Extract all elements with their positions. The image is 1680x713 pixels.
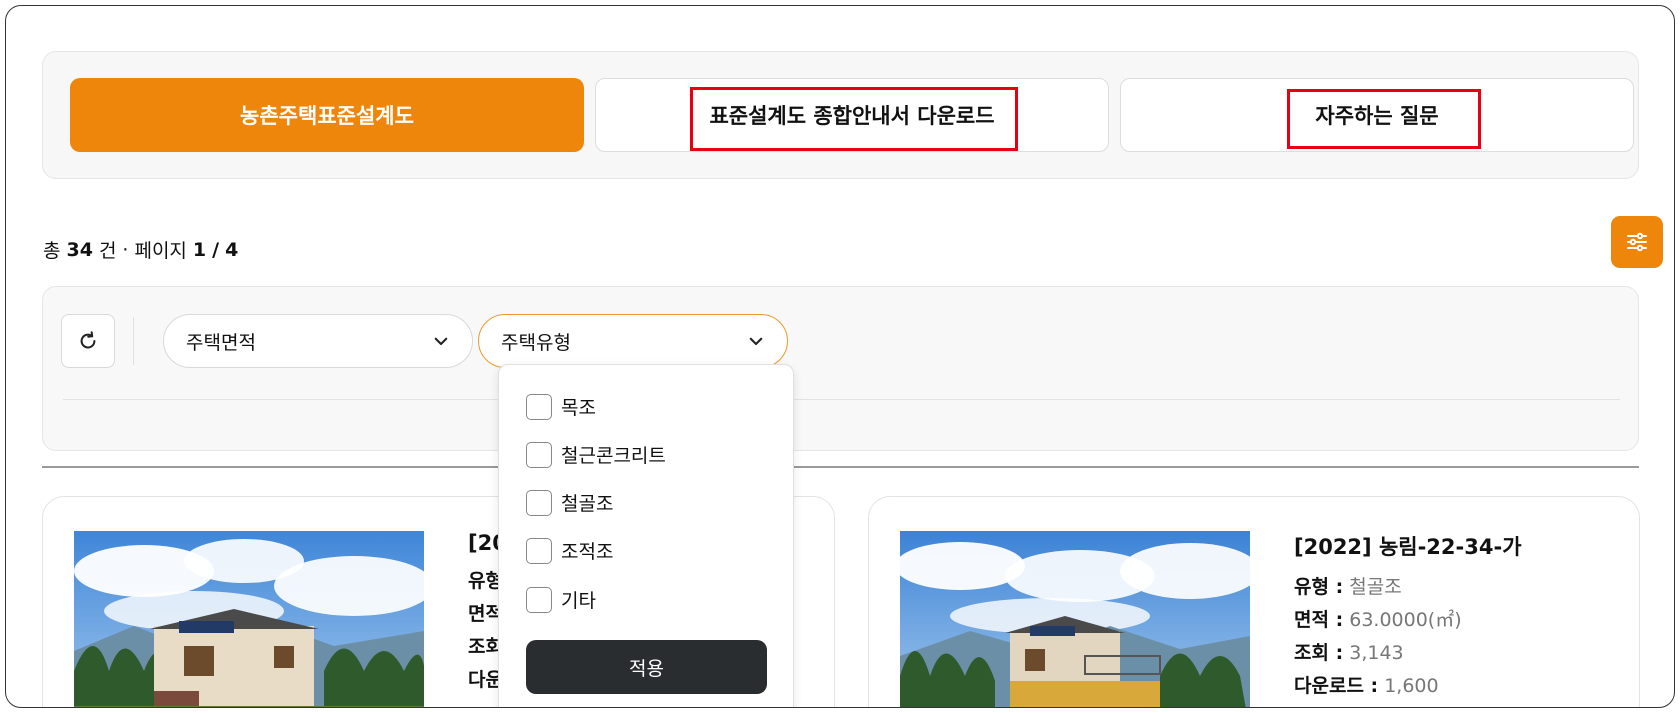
design-card[interactable]: [2022] 농림-22-34-가 유형 : 철골조 면적 : 63.0000(… <box>868 496 1640 707</box>
option-wood[interactable]: 목조 <box>526 393 596 420</box>
summary-prefix: 총 <box>43 240 61 262</box>
section-divider <box>42 466 1639 468</box>
chevron-down-icon <box>749 337 763 346</box>
card-info: [2022] 농림-22-34-가 유형 : 철골조 면적 : 63.0000(… <box>1294 531 1522 707</box>
area-label: 면적 : <box>1294 609 1344 631</box>
option-label: 기타 <box>561 590 596 612</box>
summary-page-sep: / <box>212 238 220 261</box>
tab-guide-download[interactable]: 표준설계도 종합안내서 다운로드 <box>595 78 1109 152</box>
option-masonry[interactable]: 조적조 <box>526 537 613 564</box>
summary-unit: 건 <box>98 240 117 262</box>
summary-total: 34 <box>66 238 93 261</box>
views-label: 조회 : <box>1294 642 1344 664</box>
summary-page-total: 4 <box>225 238 239 261</box>
option-label: 철골조 <box>561 493 614 515</box>
downloads-value: 1,600 <box>1384 675 1439 697</box>
tab-faq[interactable]: 자주하는 질문 <box>1120 78 1634 152</box>
checkbox[interactable] <box>526 393 552 420</box>
option-other[interactable]: 기타 <box>526 586 596 613</box>
apply-button[interactable]: 적용 <box>526 640 767 694</box>
option-steel-frame[interactable]: 철골조 <box>526 489 613 516</box>
checkbox[interactable] <box>526 586 552 613</box>
refresh-icon <box>80 331 96 349</box>
toolbar-separator <box>133 317 134 365</box>
filter-toggle-button[interactable] <box>1611 216 1663 268</box>
option-label: 조적조 <box>561 541 614 563</box>
summary-page-current: 1 <box>192 238 207 261</box>
checkbox[interactable] <box>526 441 552 468</box>
filter-panel: 주택면적 주택유형 <box>42 286 1639 451</box>
option-label: 철근콘크리트 <box>561 445 666 467</box>
house-thumbnail[interactable] <box>74 531 424 707</box>
area-value: 63.0000(㎡) <box>1349 609 1462 631</box>
reset-filter-button[interactable] <box>61 314 115 368</box>
summary-separator: · <box>122 238 129 261</box>
summary-page-label: 페이지 <box>134 240 187 262</box>
downloads-label: 다운로드 : <box>1294 675 1379 697</box>
card-title[interactable]: [2022] 농림-22-34-가 <box>1294 531 1522 561</box>
filter-panel-separator <box>63 399 1620 400</box>
checkbox[interactable] <box>526 489 552 516</box>
result-summary: 총 34 건 · 페이지 1 / 4 <box>43 236 238 263</box>
checkbox[interactable] <box>526 537 552 564</box>
category-tab-bar: 농촌주택표준설계도 표준설계도 종합안내서 다운로드 자주하는 질문 <box>42 51 1639 179</box>
house-type-label: 주택유형 <box>501 331 571 354</box>
sliders-icon <box>1627 232 1647 252</box>
house-type-select[interactable]: 주택유형 <box>478 314 788 368</box>
house-area-label: 주택면적 <box>186 331 256 354</box>
option-reinforced-concrete[interactable]: 철근콘크리트 <box>526 441 666 468</box>
house-type-dropdown: 목조 철근콘크리트 철골조 조적조 기타 적용 <box>498 364 794 707</box>
house-thumbnail[interactable] <box>900 531 1250 707</box>
window-frame: 농촌주택표준설계도 표준설계도 종합안내서 다운로드 자주하는 질문 총 34 … <box>5 5 1675 708</box>
option-label: 목조 <box>561 397 596 419</box>
chevron-down-icon <box>434 337 448 346</box>
type-value: 철골조 <box>1349 576 1402 598</box>
house-area-select[interactable]: 주택면적 <box>163 314 473 368</box>
type-label: 유형 : <box>1294 576 1344 598</box>
views-value: 3,143 <box>1349 642 1404 664</box>
tab-standard-design[interactable]: 농촌주택표준설계도 <box>70 78 584 152</box>
